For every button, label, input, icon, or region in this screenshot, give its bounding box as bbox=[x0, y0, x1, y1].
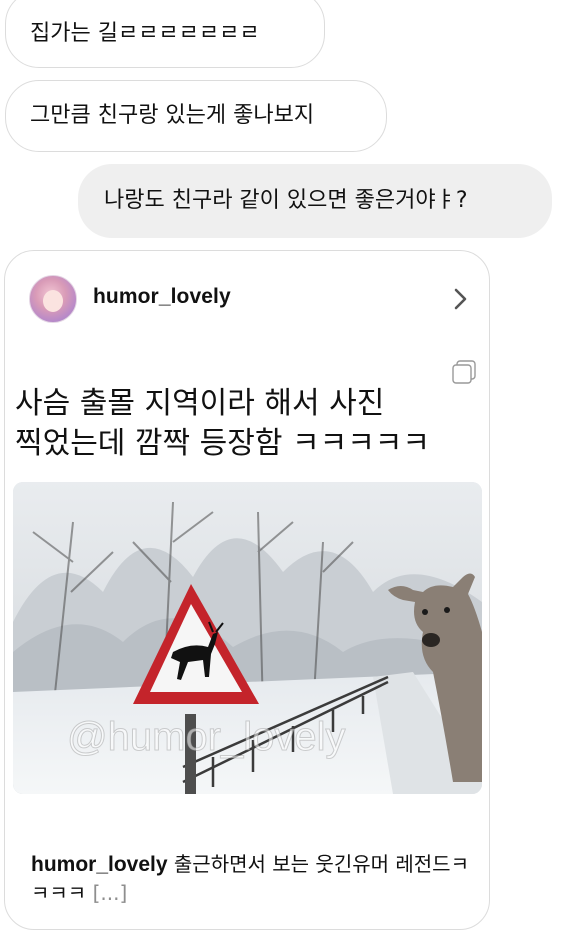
shared-post-card[interactable]: humor_lovely 사슴 출몰 지역이라 해서 사진 찍었는데 깜짝 등장… bbox=[4, 250, 490, 930]
post-photo[interactable]: @humor_lovely bbox=[13, 482, 482, 794]
post-caption: humor_lovely 출근하면서 보는 웃긴유머 레전드ㅋㅋㅋㅋ [...] bbox=[31, 850, 471, 908]
multi-image-icon bbox=[452, 360, 476, 384]
post-username[interactable]: humor_lovely bbox=[93, 285, 231, 309]
message-text: 나랑도 친구라 같이 있으면 좋은거야ㅑ? bbox=[104, 188, 468, 213]
message-bubble-received[interactable]: 집가는 길ㄹㄹㄹㄹㄹㄹㄹ bbox=[5, 0, 325, 68]
photo-watermark: @humor_lovely bbox=[67, 715, 346, 759]
message-text: 집가는 길ㄹㄹㄹㄹㄹㄹㄹ bbox=[30, 21, 260, 46]
caption-username[interactable]: humor_lovely bbox=[31, 853, 168, 876]
message-bubble-received[interactable]: 그만큼 친구랑 있는게 좋나보지 bbox=[5, 80, 387, 152]
headline-line: 찍었는데 깜짝 등장함 ㅋㅋㅋㅋㅋ bbox=[15, 426, 431, 461]
avatar[interactable] bbox=[29, 275, 77, 323]
chevron-right-icon[interactable] bbox=[453, 287, 469, 311]
message-bubble-sent[interactable]: 나랑도 친구라 같이 있으면 좋은거야ㅑ? bbox=[78, 164, 552, 238]
headline-line: 사슴 출몰 지역이라 해서 사진 bbox=[15, 386, 385, 421]
message-text: 그만큼 친구랑 있는게 좋나보지 bbox=[30, 103, 315, 128]
deer-crossing-photo: @humor_lovely bbox=[13, 482, 482, 794]
post-headline: 사슴 출몰 지역이라 해서 사진 찍었는데 깜짝 등장함 ㅋㅋㅋㅋㅋ bbox=[15, 384, 485, 464]
caption-more-link[interactable]: [...] bbox=[93, 881, 128, 905]
